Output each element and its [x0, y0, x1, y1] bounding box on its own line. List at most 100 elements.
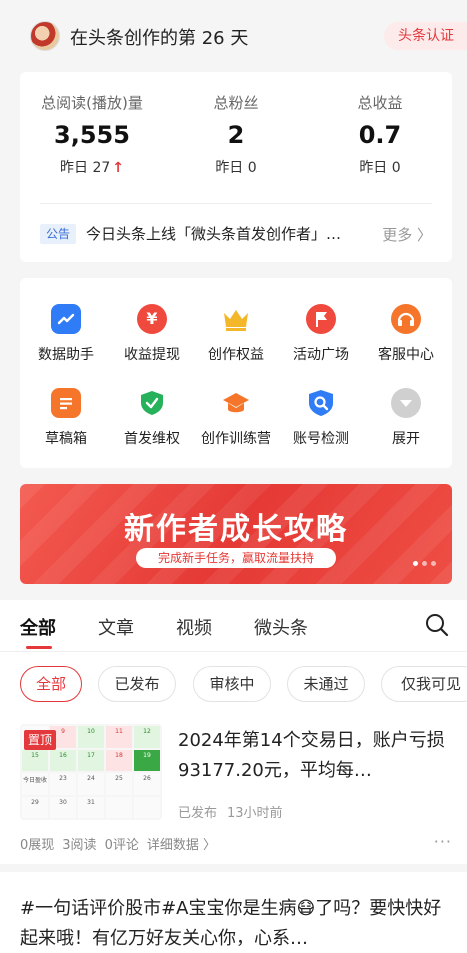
chart-icon [51, 304, 81, 334]
calendar-cell: 11 [106, 726, 132, 748]
tool-label: 客服中心 [378, 347, 434, 363]
stat-sub: 昨日 27 ↑ [20, 157, 164, 177]
stat-label: 总阅读(播放)量 [41, 94, 143, 112]
list-item[interactable]: 9 10 11 12 15 16 17 18 19 今日盈收 23 24 25 26 29 30 31 置顶 2… [20, 724, 452, 853]
notice-more-link[interactable]: 更多 〉 [382, 224, 432, 245]
tool-creator-rights[interactable]: 创作权益 [193, 304, 279, 364]
tool-label: 创作权益 [208, 347, 264, 363]
calendar-cell: 12 [134, 726, 160, 748]
more-options-icon[interactable]: ··· [434, 832, 452, 851]
tool-account-check[interactable]: 账号检测 [278, 388, 364, 448]
search-icon[interactable] [424, 612, 450, 638]
stat-value: 0.7 [358, 121, 402, 149]
calendar-cell: 30 [50, 796, 76, 818]
tool-label: 收益提现 [124, 347, 180, 363]
article-title[interactable]: 2024年第14个交易日，账户亏损93177.20元，平均每… [178, 726, 452, 786]
carousel-indicator [409, 551, 436, 570]
promo-banner[interactable]: 新作者成长攻略 完成新手任务，赢取流量扶持 [20, 484, 452, 584]
article-stats: 0展现 3阅读 0评论 详细数据 〉 [20, 834, 224, 853]
verify-badge-button[interactable]: 头条认证 [384, 22, 467, 50]
tool-activity-square[interactable]: 活动广场 [278, 304, 364, 364]
banner-title: 新作者成长攻略 [124, 512, 348, 547]
filter-all[interactable]: 全部 [20, 666, 82, 702]
tab-videos[interactable]: 视频 [176, 614, 212, 640]
headset-icon [391, 304, 421, 334]
draft-icon [51, 388, 81, 418]
tool-customer-service[interactable]: 客服中心 [363, 304, 449, 364]
filter-rejected[interactable]: 未通过 [287, 666, 365, 702]
stat-sub: 昨日 0 [359, 160, 401, 176]
graduation-cap-icon [221, 388, 251, 418]
calendar-cell: 18 [106, 749, 132, 771]
trend-up-icon: ↑ [112, 160, 124, 176]
impressions-count: 0展现 [20, 838, 55, 853]
filter-private[interactable]: 仅我可见 [381, 666, 467, 702]
calendar-cell: 今日盈收 [22, 773, 48, 795]
stat-total-reads[interactable]: 总阅读(播放)量 3,555 昨日 27 ↑ [20, 72, 164, 177]
content-tabs: 全部 文章 视频 微头条 [0, 600, 467, 652]
calendar-cell: 29 [22, 796, 48, 818]
notice-tag: 公告 [40, 224, 76, 244]
tab-all[interactable]: 全部 [20, 614, 56, 640]
tool-income-withdraw[interactable]: ¥ 收益提现 [109, 304, 195, 364]
stat-value: 3,555 [54, 121, 130, 149]
stat-total-fans[interactable]: 总粉丝 2 昨日 0 [164, 72, 308, 177]
carousel-dot [431, 561, 436, 566]
avatar[interactable] [30, 21, 60, 51]
tool-training-camp[interactable]: 创作训练营 [193, 388, 279, 448]
calendar-cell: 19 [134, 749, 160, 771]
article-status: 已发布 [178, 806, 218, 821]
calendar-cell [106, 796, 132, 818]
calendar-cell [134, 796, 160, 818]
tool-label: 创作训练营 [201, 431, 271, 447]
article-time: 13小时前 [227, 806, 283, 821]
tab-micro-posts[interactable]: 微头条 [254, 614, 308, 640]
stat-sub-text: 昨日 27 [60, 160, 111, 176]
calendar-cell: 17 [78, 749, 104, 771]
calendar-cell: 16 [50, 749, 76, 771]
tool-label: 展开 [392, 431, 420, 447]
crown-icon [221, 304, 251, 334]
tool-expand[interactable]: 展开 [363, 388, 449, 448]
calendar-cell: 23 [50, 773, 76, 795]
micro-post-text[interactable]: #一句话评价股市#A宝宝你是生病😷了吗？要快快好起来哦！有亿万好友关心你，心系… [20, 894, 452, 953]
status-filters: 全部 已发布 审核中 未通过 仅我可见 [0, 664, 467, 704]
carousel-dot [413, 561, 418, 566]
reads-count: 3阅读 [62, 838, 97, 853]
tools-grid: 数据助手 ¥ 收益提现 创作权益 活动广场 客服中心 草稿箱 首发维权 创作训练… [20, 278, 452, 468]
account-check-icon [306, 388, 336, 418]
filter-published[interactable]: 已发布 [98, 666, 176, 702]
details-link[interactable]: 详细数据 〉 [147, 838, 216, 853]
calendar-cell: 31 [78, 796, 104, 818]
tool-drafts[interactable]: 草稿箱 [23, 388, 109, 448]
banner-subtitle: 完成新手任务，赢取流量扶持 [136, 548, 336, 568]
calendar-cell: 26 [134, 773, 160, 795]
page-title: 在头条创作的第 26 天 [70, 28, 249, 49]
filter-under-review[interactable]: 审核中 [193, 666, 271, 702]
stat-total-income[interactable]: 总收益 0.7 昨日 0 [308, 72, 452, 177]
divider [40, 203, 432, 204]
divider [0, 864, 467, 872]
shield-check-icon [137, 388, 167, 418]
chevron-down-icon [391, 388, 421, 418]
article-thumbnail: 9 10 11 12 15 16 17 18 19 今日盈收 23 24 25 26 29 30 31 置顶 [20, 724, 162, 820]
yen-icon: ¥ [137, 304, 167, 334]
calendar-cell: 24 [78, 773, 104, 795]
tool-data-assistant[interactable]: 数据助手 [23, 304, 109, 364]
flag-icon [306, 304, 336, 334]
article-meta: 已发布 13小时前 [178, 802, 293, 821]
stats-card: 总阅读(播放)量 3,555 昨日 27 ↑ 总粉丝 2 昨日 0 总收益 0.7… [20, 72, 452, 262]
notice-text[interactable]: 今日头条上线「微头条首发创作者」… [86, 223, 376, 244]
stat-label: 总收益 [357, 94, 403, 112]
tab-articles[interactable]: 文章 [98, 614, 134, 640]
tool-original-protection[interactable]: 首发维权 [109, 388, 195, 448]
calendar-cell: 15 [22, 749, 48, 771]
tool-label: 账号检测 [293, 431, 349, 447]
tool-label: 首发维权 [124, 431, 180, 447]
pinned-badge: 置顶 [24, 730, 56, 750]
calendar-cell: 25 [106, 773, 132, 795]
stat-value: 2 [227, 121, 245, 149]
tool-label: 草稿箱 [45, 431, 87, 447]
notice-bar[interactable]: 公告 今日头条上线「微头条首发创作者」… 更多 〉 [40, 222, 432, 246]
tool-label: 数据助手 [38, 347, 94, 363]
